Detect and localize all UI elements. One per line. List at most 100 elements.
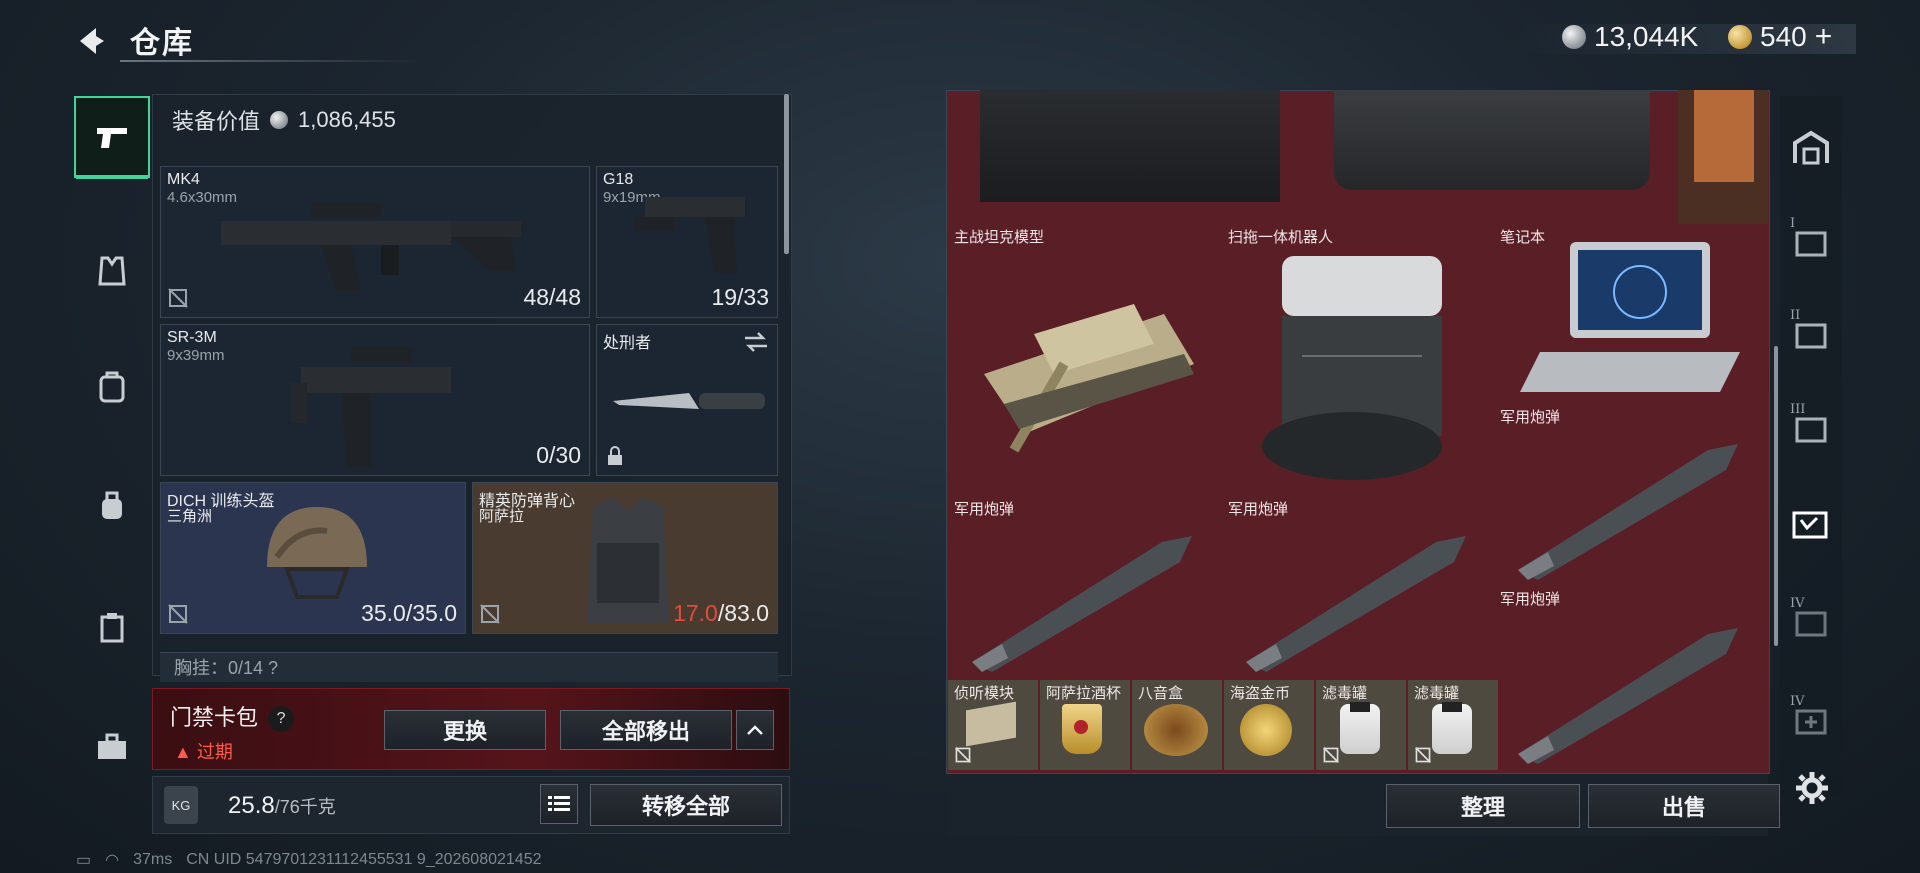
key-card-title-text: 门禁卡包 bbox=[170, 705, 259, 730]
stash-item-tank-model[interactable]: 主战坦克模型 bbox=[948, 224, 1220, 494]
silver-coin-icon bbox=[270, 111, 289, 129]
silver-currency[interactable]: 13,044K bbox=[1562, 20, 1698, 54]
unmodifiable-icon bbox=[480, 604, 500, 624]
stash-item-listening-module[interactable]: 侦听模块 bbox=[948, 680, 1038, 770]
weight-current: 25.8 bbox=[228, 792, 275, 819]
unmodifiable-icon bbox=[1415, 747, 1431, 763]
stash-tab-2[interactable]: II bbox=[1780, 292, 1842, 378]
stash-item-artillery-shell[interactable]: 军用炮弹 bbox=[1222, 496, 1494, 676]
vest-durability-max: /83.0 bbox=[717, 600, 769, 626]
item-name: 扫拖一体机器人 bbox=[1228, 229, 1334, 246]
knife-image bbox=[613, 393, 765, 409]
item-name: 阿萨拉酒杯 bbox=[1046, 685, 1122, 702]
slot-pistol[interactable]: G18 9x19mm 19/33 bbox=[596, 166, 778, 318]
slot-primary-weapon[interactable]: MK4 4.6x30mm 48/48 bbox=[160, 166, 590, 318]
stash-tab-3[interactable]: III bbox=[1780, 386, 1842, 472]
tab-numeral: I bbox=[1790, 216, 1796, 231]
replace-button[interactable]: 更换 bbox=[384, 710, 546, 750]
stash-add-icon bbox=[1795, 709, 1827, 735]
stash-item-artillery-shell[interactable]: 军用炮弹 bbox=[1494, 404, 1766, 584]
stash-page-all[interactable] bbox=[1780, 104, 1842, 190]
category-weapons[interactable] bbox=[74, 96, 150, 179]
stash-item-music-box[interactable]: 八音盒 bbox=[1132, 680, 1222, 770]
stash-item-book[interactable] bbox=[1678, 90, 1768, 224]
slot-melee[interactable]: 处刑者 bbox=[596, 324, 778, 476]
stash-box-icon bbox=[1795, 231, 1827, 257]
category-rig[interactable] bbox=[74, 466, 150, 548]
shell-image bbox=[972, 536, 1192, 672]
tab-numeral: II bbox=[1790, 308, 1801, 323]
tab-numeral: IV bbox=[1790, 596, 1805, 611]
stash-item-filter-canister[interactable]: 滤毒罐 bbox=[1316, 680, 1406, 770]
category-case[interactable] bbox=[74, 706, 150, 788]
stash-item-artillery-shell[interactable]: 军用炮弹 bbox=[948, 496, 1220, 676]
wifi-icon: ◠ bbox=[105, 852, 120, 869]
shell-image bbox=[1246, 536, 1466, 672]
weight-readout: 25.8/76千克 bbox=[228, 792, 336, 820]
ping: 37ms bbox=[133, 851, 173, 868]
equipment-value-label: 装备价值 bbox=[172, 109, 261, 134]
pouch-icon bbox=[100, 613, 124, 643]
unmodifiable-icon bbox=[168, 604, 188, 624]
stash-item-pirate-coin[interactable]: 海盗金币 bbox=[1224, 680, 1314, 770]
vest-image bbox=[587, 497, 669, 623]
remove-all-button[interactable]: 全部移出 bbox=[560, 710, 732, 750]
page-title: 仓库 bbox=[130, 27, 194, 60]
uid: CN UID 5479701231112455531 9_20260802145… bbox=[186, 851, 542, 868]
helmet-durability: 35.0/35.0 bbox=[361, 600, 457, 626]
stash-item-laptop[interactable]: 笔记本 bbox=[1494, 224, 1766, 402]
tank-image bbox=[984, 304, 1194, 453]
category-armor[interactable] bbox=[74, 230, 150, 312]
stash-item-robot-vacuum[interactable]: 扫拖一体机器人 bbox=[1222, 224, 1494, 494]
back-arrow-icon[interactable] bbox=[72, 22, 110, 60]
gold-add-icon[interactable]: + bbox=[1815, 20, 1833, 54]
sort-button[interactable]: 整理 bbox=[1386, 784, 1580, 828]
helmet-image bbox=[267, 507, 367, 599]
shell-image bbox=[1518, 628, 1738, 764]
chest-rig-slot[interactable]: 胸挂：0/14 ? bbox=[160, 652, 778, 682]
stash-tab-5[interactable]: IV bbox=[1780, 580, 1842, 666]
gold-currency[interactable]: 540 + bbox=[1728, 20, 1832, 54]
sell-button[interactable]: 出售 bbox=[1588, 784, 1780, 828]
gold-coin-icon bbox=[1728, 25, 1752, 49]
slot-body-armor[interactable]: 精英防弹背心 阿萨拉 17.0/83.0 bbox=[472, 482, 778, 634]
slot-secondary-weapon[interactable]: SR-3M 9x39mm 0/30 bbox=[160, 324, 590, 476]
collapse-button[interactable] bbox=[736, 710, 774, 750]
vest-durability-current: 17.0 bbox=[673, 600, 718, 626]
rifle-image bbox=[221, 203, 521, 291]
stash-box-icon bbox=[1795, 611, 1827, 637]
unmodifiable-icon bbox=[168, 288, 188, 308]
category-pouch[interactable] bbox=[74, 586, 150, 668]
stash-box-icon bbox=[1795, 417, 1827, 443]
stash-tab-6[interactable]: IV bbox=[1780, 678, 1842, 764]
settings-gear-icon[interactable] bbox=[1794, 770, 1830, 806]
list-view-button[interactable] bbox=[540, 784, 578, 824]
item-name: 八音盒 bbox=[1138, 685, 1184, 702]
item-name: 军用炮弹 bbox=[1500, 409, 1561, 426]
stash-scrollbar[interactable] bbox=[1774, 346, 1778, 646]
item-name: 侦听模块 bbox=[954, 685, 1015, 702]
swap-icon[interactable] bbox=[743, 331, 769, 353]
stash-item-crate[interactable] bbox=[980, 90, 1280, 202]
help-icon[interactable]: ? bbox=[268, 706, 295, 733]
stash-item-artillery-shell[interactable]: 军用炮弹 bbox=[1494, 586, 1766, 772]
stash-tab-4[interactable] bbox=[1780, 482, 1842, 568]
item-name: 军用炮弹 bbox=[1500, 591, 1561, 608]
melee-name: 处刑者 bbox=[603, 335, 652, 352]
stash-item-filter-canister[interactable]: 滤毒罐 bbox=[1408, 680, 1498, 770]
weight-max: /76千克 bbox=[274, 797, 336, 817]
stash-tab-1[interactable]: I bbox=[1780, 200, 1842, 286]
equipment-value: 装备价值 1,086,455 bbox=[172, 104, 396, 136]
transfer-all-button[interactable]: 转移全部 bbox=[590, 784, 782, 826]
status-bar: ▭ ◠ 37ms CN UID 5479701231112455531 9_20… bbox=[76, 850, 542, 870]
item-name: 海盗金币 bbox=[1230, 685, 1291, 702]
stash-page-rail: I II III IV IV bbox=[1780, 96, 1842, 796]
category-backpack[interactable] bbox=[74, 346, 150, 428]
slot-helmet[interactable]: DICH 训练头盔 三角洲 35.0/35.0 bbox=[160, 482, 466, 634]
silver-amount: 13,044K bbox=[1594, 21, 1699, 52]
loadout-scrollbar[interactable] bbox=[784, 94, 789, 254]
expired-text: 过期 bbox=[196, 742, 233, 762]
warehouse-icon bbox=[1793, 130, 1829, 165]
stash-item-jerrycan[interactable] bbox=[1334, 90, 1650, 190]
stash-item-asala-cup[interactable]: 阿萨拉酒杯 bbox=[1040, 680, 1130, 770]
